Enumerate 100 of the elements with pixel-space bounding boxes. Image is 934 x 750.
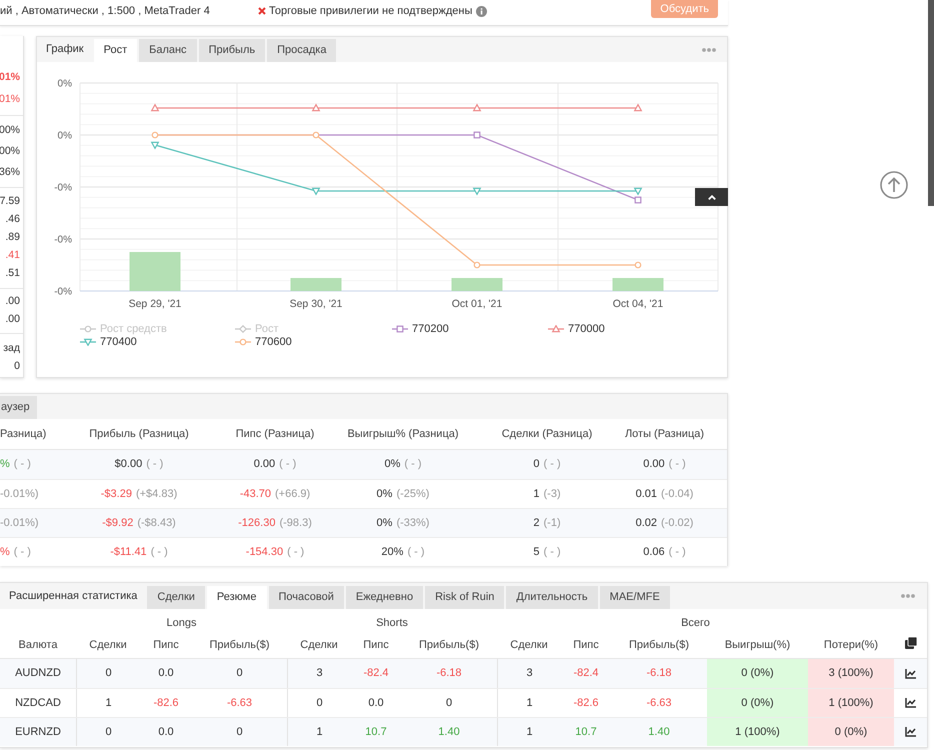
table-value: %	[0, 457, 10, 472]
difference-value: ( - )	[14, 544, 31, 560]
table-value: 1	[316, 724, 323, 740]
tab[interactable]: Баланс	[139, 39, 197, 62]
difference-value: (-1)	[544, 516, 561, 531]
table-value: 1	[105, 696, 112, 711]
x-axis-label: Sep 30, '21	[290, 298, 342, 310]
currency-pair: EURNZD	[15, 724, 61, 740]
legend-item[interactable]: 770200	[392, 323, 449, 335]
table-value: -$3.29	[100, 486, 132, 502]
column-header: Выигрыш(%)	[724, 638, 790, 653]
column-header: Лоты (Разница)	[624, 426, 704, 442]
win-rate-value: 0 (0%)	[707, 689, 808, 717]
legend-item[interactable]: 770400	[80, 336, 137, 348]
tab[interactable]: MAE/MFE	[600, 586, 670, 609]
stat-value: .00	[5, 312, 20, 326]
stat-value: .51	[5, 266, 20, 280]
column-header: Сделки	[300, 638, 338, 653]
difference-value: ( - )	[668, 457, 686, 472]
column-header: Прибыль($)	[629, 638, 689, 653]
table-value: -6.63	[226, 696, 252, 711]
table-value: -$11.41	[110, 544, 147, 560]
tab[interactable]: Сделки	[147, 586, 205, 609]
line-chart-icon[interactable]	[905, 727, 916, 737]
difference-value: ( - )	[146, 457, 164, 472]
difference-value: (+66.9)	[275, 486, 310, 502]
table-value: 0.02	[636, 516, 657, 531]
chart-point	[312, 188, 320, 196]
table-value: -6.63	[646, 696, 672, 711]
legend-item[interactable]: 770600	[235, 336, 292, 348]
legend-item[interactable]: 770000	[548, 323, 605, 335]
table-value: 0	[236, 724, 243, 740]
line-chart-icon[interactable]	[905, 698, 916, 708]
column-group-header: Longs	[166, 616, 196, 631]
column-header: Разница)	[0, 426, 46, 442]
table-value: 0	[446, 696, 452, 711]
difference-value: -0.01%)	[0, 486, 39, 502]
table-value: 10.7	[575, 724, 597, 740]
difference-value: (-25%)	[396, 486, 430, 502]
difference-value: (-33%)	[396, 516, 430, 531]
chart-point	[474, 132, 480, 138]
collapse-button[interactable]	[695, 188, 728, 206]
table-value: 20%	[381, 544, 404, 560]
table-value: -154.30	[246, 544, 284, 560]
panel-title: Расширенная статистика	[9, 588, 138, 604]
arrow-up-circle-icon[interactable]	[880, 171, 908, 199]
column-header: Прибыль($)	[210, 638, 270, 653]
column-header: Пипс	[153, 638, 179, 653]
table-value: %	[0, 544, 10, 560]
table-value: 1	[526, 696, 533, 711]
stat-value: .41	[5, 248, 20, 262]
column-header: Валюта	[18, 638, 58, 653]
chart-bar	[612, 278, 664, 291]
chart-point	[634, 188, 642, 196]
column-header: Пипс	[573, 638, 599, 653]
difference-value: ( - )	[404, 457, 422, 472]
y-axis-label: -0%	[54, 182, 72, 194]
currency-pair: AUDNZD	[15, 666, 61, 682]
column-header: Выигрыш% (Разница)	[347, 426, 459, 442]
table-value: -82.4	[573, 666, 599, 682]
copy-icon[interactable]	[904, 637, 916, 649]
difference-value: (+$4.83)	[136, 486, 178, 502]
info-icon[interactable]	[476, 6, 488, 16]
table-value: 0.01	[636, 486, 657, 502]
table-value: -126.30	[238, 516, 276, 531]
column-header: Сделки	[89, 638, 127, 653]
table-value: 1.40	[648, 724, 670, 740]
privileges-status: Торговые привилегии не подтверждены	[269, 4, 472, 18]
chart-point	[152, 132, 158, 138]
tab[interactable]: Рост	[94, 39, 138, 62]
difference-value: ( - )	[279, 457, 296, 472]
difference-value: ( - )	[668, 544, 686, 560]
scrollbar-thumb[interactable]	[928, 0, 934, 206]
column-header: Пипс	[363, 638, 389, 653]
difference-value: ( - )	[407, 544, 425, 560]
chart-bar	[290, 278, 342, 291]
win-rate-value: 1 (100%)	[707, 718, 808, 746]
currency-pair: NZDCAD	[15, 696, 61, 711]
table-value: 0.0	[158, 666, 174, 682]
tab[interactable]: Risk of Ruin	[425, 586, 504, 609]
tab[interactable]: Почасовой	[268, 586, 344, 609]
tab[interactable]: Просадка	[267, 39, 336, 62]
loss-rate-value: 3 (100%)	[808, 659, 894, 688]
line-chart-icon[interactable]	[905, 668, 916, 678]
table-value: 2	[533, 516, 540, 531]
difference-value: -0.01%)	[0, 516, 39, 531]
account-details: ий , Автоматически , 1:500 , MetaTrader 4	[0, 4, 211, 18]
tab[interactable]: Длительность	[506, 586, 598, 609]
tab[interactable]: Прибыль	[198, 39, 266, 62]
x-axis-label: Sep 29, '21	[128, 298, 182, 310]
table-value: 0	[105, 724, 112, 740]
tab[interactable]: аузер	[0, 396, 37, 419]
table-value: 0.0	[158, 724, 174, 740]
chart-bar	[452, 278, 502, 291]
table-value: 0%	[384, 457, 400, 472]
tab[interactable]: Резюме	[206, 586, 266, 609]
tab[interactable]: Ежедневно	[346, 586, 424, 609]
difference-value: (-$8.43)	[137, 516, 176, 531]
table-value: -82.6	[573, 696, 599, 711]
table-value: 1.40	[438, 724, 460, 740]
